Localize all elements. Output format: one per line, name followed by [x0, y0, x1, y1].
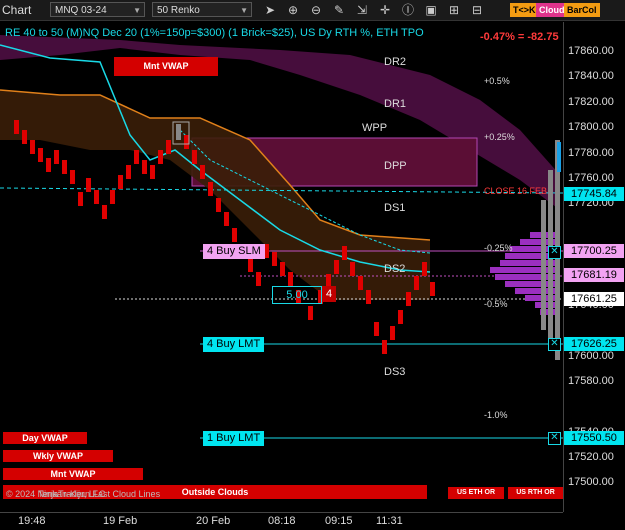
time-axis[interactable]: 19:48 19 Feb 20 Feb 08:18 09:15 11:31 — [0, 512, 563, 530]
level-wpp: WPP — [362, 122, 388, 134]
chevron-down-icon: ▼ — [133, 6, 141, 15]
level-dpp: DPP — [384, 160, 407, 172]
buy-slm-order[interactable]: 4 Buy SLM — [203, 244, 265, 259]
current-brick — [557, 142, 561, 172]
price-label: 17860.00 — [568, 45, 614, 57]
level-p05: +0.5% — [484, 76, 510, 86]
zoom-out-icon[interactable]: ⊖ — [308, 2, 324, 18]
price-label: 17800.00 — [568, 121, 614, 133]
notebook-icon[interactable]: ▣ — [423, 2, 439, 18]
qty-price-field[interactable]: 5.00 — [272, 286, 322, 304]
level-ds2: DS2 — [384, 263, 406, 275]
price-tag: 17626.25 — [564, 337, 624, 351]
price-label: 17580.00 — [568, 375, 614, 387]
cloud-button[interactable]: Cloud — [536, 3, 568, 17]
settings-icon[interactable]: ⊞ — [446, 2, 462, 18]
wkly-vwap-box: Wkly VWAP — [3, 450, 113, 462]
time-label: 20 Feb — [196, 515, 231, 527]
level-p025: +0.25% — [484, 132, 515, 142]
price-label: 17760.00 — [568, 172, 614, 184]
level-m025: -0.25% — [484, 243, 513, 253]
barcol-button[interactable]: BarCol — [564, 3, 600, 17]
close-order-icon[interactable]: ✕ — [548, 246, 561, 259]
chart-toolbar: Chart MNQ 03-24 ▼ 50 Renko ▼ ➤ ⊕ ⊖ ✎ ⇲ ✛ Ⓘ… — [0, 0, 625, 21]
zoom-in-icon[interactable]: ⊕ — [285, 2, 301, 18]
text-icon[interactable]: Ⓘ — [400, 2, 416, 18]
us-eth-or-box: US ETH OR — [448, 487, 504, 499]
draw-icon[interactable]: ✎ — [331, 2, 347, 18]
price-tag: 17700.25 — [564, 244, 624, 258]
indicator-name: Tenkan-Kijun Fast Cloud Lines — [38, 489, 161, 499]
buy-lmt-4-order[interactable]: 4 Buy LMT — [203, 337, 265, 352]
level-dr2: DR2 — [384, 56, 407, 68]
price-label: 17840.00 — [568, 70, 614, 82]
price-label: 17600.00 — [568, 350, 614, 362]
qty-count-badge[interactable]: 4 — [322, 286, 336, 302]
bar-type-selector[interactable]: 50 Renko ▼ — [152, 2, 252, 17]
level-ds1: DS1 — [384, 202, 406, 214]
price-label: 17500.00 — [568, 476, 614, 488]
chart-info: RE 40 to 50 (M)NQ Dec 20 (1%=150p=$300) … — [5, 27, 424, 39]
price-tag: 17681.19 — [564, 268, 624, 282]
expand-icon[interactable]: ⇲ — [354, 2, 370, 18]
level-m1: -1.0% — [484, 410, 508, 420]
chart-title: Chart — [2, 3, 32, 17]
level-m05: -0.5% — [484, 299, 508, 309]
mnt-vwap-box: Mnt VWAP — [3, 468, 143, 480]
level-dr1: DR1 — [384, 98, 407, 110]
close-label: CLOSE 16 FEB — [484, 186, 548, 196]
price-tag: 17745.84 — [564, 187, 624, 201]
time-label: 08:18 — [268, 515, 296, 527]
price-label: 17520.00 — [568, 451, 614, 463]
time-label: 19 Feb — [103, 515, 138, 527]
price-label: 17820.00 — [568, 96, 614, 108]
level-ds3: DS3 — [384, 366, 406, 378]
price-tag: 17661.25 — [564, 292, 624, 306]
us-rth-or-box: US RTH OR — [508, 487, 563, 499]
cursor-crosshair-icon[interactable]: ✛ — [377, 2, 393, 18]
bar-type-label: 50 Renko — [157, 5, 200, 16]
percent-change: -0.47% = -82.75 — [480, 31, 559, 43]
strategy-icon[interactable]: ⊟ — [469, 2, 485, 18]
close-order-icon[interactable]: ✕ — [548, 338, 561, 351]
time-label: 09:15 — [325, 515, 353, 527]
mnt-vwap-top-box: Mnt VWAP — [114, 57, 218, 76]
tk-button[interactable]: T<>K — [510, 3, 539, 17]
time-label: 19:48 — [18, 515, 46, 527]
buy-lmt-1-order[interactable]: 1 Buy LMT — [203, 431, 265, 446]
price-label: 17780.00 — [568, 147, 614, 159]
instrument-selector[interactable]: MNQ 03-24 ▼ — [50, 2, 145, 17]
chevron-down-icon: ▼ — [240, 6, 248, 15]
day-vwap-box: Day VWAP — [3, 432, 87, 444]
time-label: 11:31 — [376, 515, 403, 527]
cursor-icon[interactable]: ➤ — [262, 2, 278, 18]
instrument-label: MNQ 03-24 — [55, 5, 107, 16]
price-tag: 17550.50 — [564, 431, 624, 445]
close-order-icon[interactable]: ✕ — [548, 432, 561, 445]
